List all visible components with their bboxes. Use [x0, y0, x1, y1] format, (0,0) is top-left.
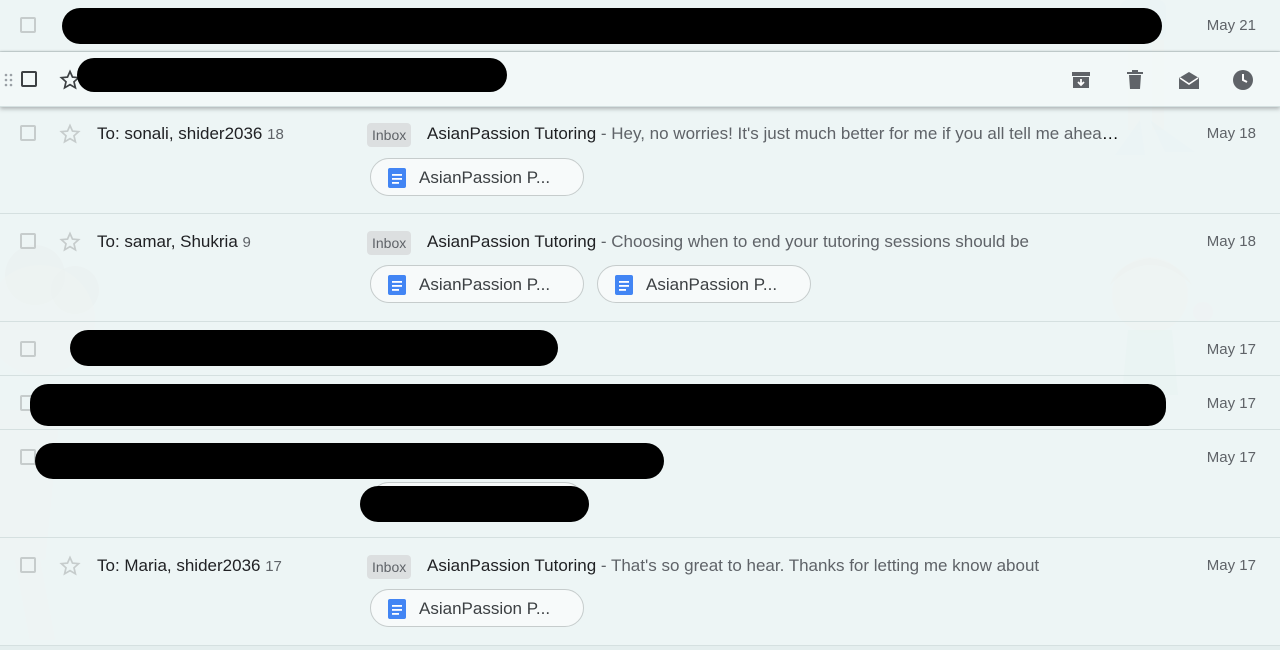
attachment-name: AsianPassion P... [419, 599, 551, 618]
thread-count: 18 [267, 126, 284, 143]
email-subject-snippet: AsianPassion Tutoring - Hey, no worries!… [427, 124, 1127, 144]
email-subject: AsianPassion Tutoring [427, 124, 597, 143]
star-icon[interactable] [58, 122, 82, 146]
snooze-icon[interactable] [1231, 68, 1255, 92]
select-checkbox[interactable] [20, 341, 36, 357]
email-date: May 21 [1206, 17, 1256, 34]
sender-list: To: samar, Shukria 9 [97, 232, 251, 252]
email-date: May 18 [1206, 233, 1256, 250]
sender-names: To: samar, Shukria [97, 232, 238, 251]
redaction-mark [62, 8, 1162, 44]
google-docs-icon [388, 599, 406, 619]
drag-handle-icon[interactable] [4, 72, 14, 88]
delete-icon[interactable] [1123, 68, 1147, 92]
google-docs-icon [388, 168, 406, 188]
email-snippet: - Hey, no worries! It's just much better… [596, 124, 1127, 143]
redaction-mark [77, 58, 507, 92]
inbox-label-badge[interactable]: Inbox [367, 123, 412, 147]
mark-as-read-icon[interactable] [1177, 68, 1201, 92]
redaction-mark [70, 330, 558, 366]
select-checkbox[interactable] [20, 557, 36, 573]
select-checkbox[interactable] [21, 71, 37, 87]
attachment-chip[interactable]: AsianPassion P... [370, 589, 584, 627]
redaction-mark [360, 486, 589, 522]
sender-list: To: Maria, shider2036 17 [97, 556, 282, 576]
email-subject: AsianPassion Tutoring [427, 232, 597, 251]
star-icon[interactable] [58, 554, 82, 578]
sender-names: To: sonali, shider2036 [97, 124, 263, 143]
google-docs-icon [388, 275, 406, 295]
email-date: May 17 [1206, 341, 1256, 358]
attachment-chip[interactable]: AsianPassion P... [370, 158, 584, 196]
google-docs-icon [615, 275, 633, 295]
email-subject-snippet: AsianPassion Tutoring - Choosing when to… [427, 232, 1029, 252]
email-date: May 17 [1206, 449, 1256, 466]
attachment-name: AsianPassion P... [419, 275, 551, 294]
attachment-name: AsianPassion P... [646, 275, 778, 294]
email-date: May 17 [1206, 395, 1256, 412]
redaction-mark [35, 443, 664, 479]
redaction-mark [30, 384, 1166, 426]
email-row[interactable]: To: Maria, shider2036 17 Inbox AsianPass… [0, 538, 1280, 646]
email-snippet: - Choosing when to end your tutoring ses… [596, 232, 1029, 251]
select-checkbox[interactable] [20, 17, 36, 33]
sender-names: To: Maria, shider2036 [97, 556, 261, 575]
thread-count: 17 [265, 558, 282, 575]
attachment-name: AsianPassion P... [419, 168, 551, 187]
email-date: May 17 [1206, 557, 1256, 574]
star-icon[interactable] [58, 230, 82, 254]
select-checkbox[interactable] [20, 125, 36, 141]
email-subject-snippet: AsianPassion Tutoring - That's so great … [427, 556, 1039, 576]
inbox-label-badge[interactable]: Inbox [367, 231, 412, 255]
thread-count: 9 [242, 234, 251, 251]
sender-list: To: sonali, shider2036 18 [97, 124, 284, 144]
email-snippet: - That's so great to hear. Thanks for le… [596, 556, 1040, 575]
email-date: May 18 [1206, 125, 1256, 142]
select-checkbox[interactable] [20, 233, 36, 249]
select-checkbox[interactable] [20, 449, 36, 465]
inbox-label-badge[interactable]: Inbox [367, 555, 412, 579]
email-row[interactable]: To: samar, Shukria 9 Inbox AsianPassion … [0, 214, 1280, 322]
attachment-chip[interactable]: AsianPassion P... [597, 265, 811, 303]
attachment-chip[interactable]: AsianPassion P... [370, 265, 584, 303]
email-subject: AsianPassion Tutoring [427, 556, 597, 575]
email-row[interactable]: To: sonali, shider2036 18 Inbox AsianPas… [0, 107, 1280, 214]
archive-icon[interactable] [1069, 68, 1093, 92]
